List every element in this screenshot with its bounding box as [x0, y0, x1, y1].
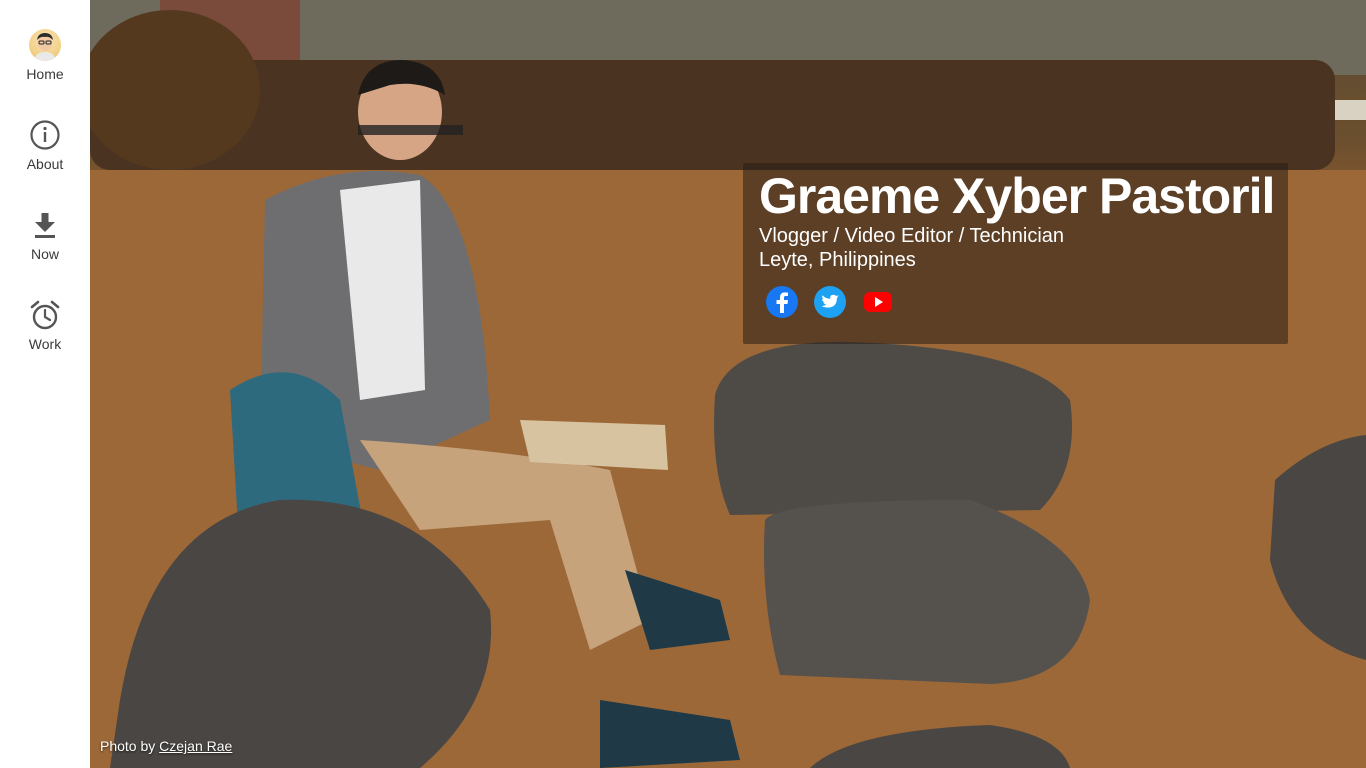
profile-location: Leyte, Philippines — [759, 249, 916, 271]
photo-credit-prefix: Photo by — [100, 738, 160, 754]
sidebar-item-now[interactable]: Now — [0, 208, 90, 288]
sidebar-item-label: About — [26, 156, 64, 172]
sidebar-item-work[interactable]: Work — [0, 298, 90, 378]
twitter-icon[interactable] — [813, 285, 847, 319]
sidebar-item-label: Home — [26, 66, 64, 82]
profile-name: Graeme Xyber Pastoril — [759, 168, 1275, 224]
profile-roles: Vlogger / Video Editor / Technician — [759, 225, 1065, 247]
sidebar-item-home[interactable]: Home — [0, 28, 90, 108]
sidebar-nav: Home About Now Work — [0, 0, 90, 768]
sidebar-item-label: Now — [30, 246, 59, 262]
photo-credit-link[interactable]: Czejan Rae — [159, 738, 232, 754]
download-icon — [28, 208, 62, 242]
hero-photo-illustration — [90, 0, 1366, 768]
facebook-icon[interactable] — [765, 285, 799, 319]
alarm-clock-icon — [28, 298, 62, 332]
hero-photo: Graeme Xyber Pastoril Vlogger / Video Ed… — [90, 0, 1366, 768]
photo-credit: Photo by Czejan Rae — [100, 738, 232, 754]
sidebar-item-about[interactable]: About — [0, 118, 90, 198]
sidebar-item-label: Work — [28, 336, 62, 352]
avatar — [28, 28, 62, 62]
profile-card: Graeme Xyber Pastoril Vlogger / Video Ed… — [743, 163, 1288, 344]
youtube-icon[interactable] — [861, 285, 895, 319]
info-icon — [28, 118, 62, 152]
